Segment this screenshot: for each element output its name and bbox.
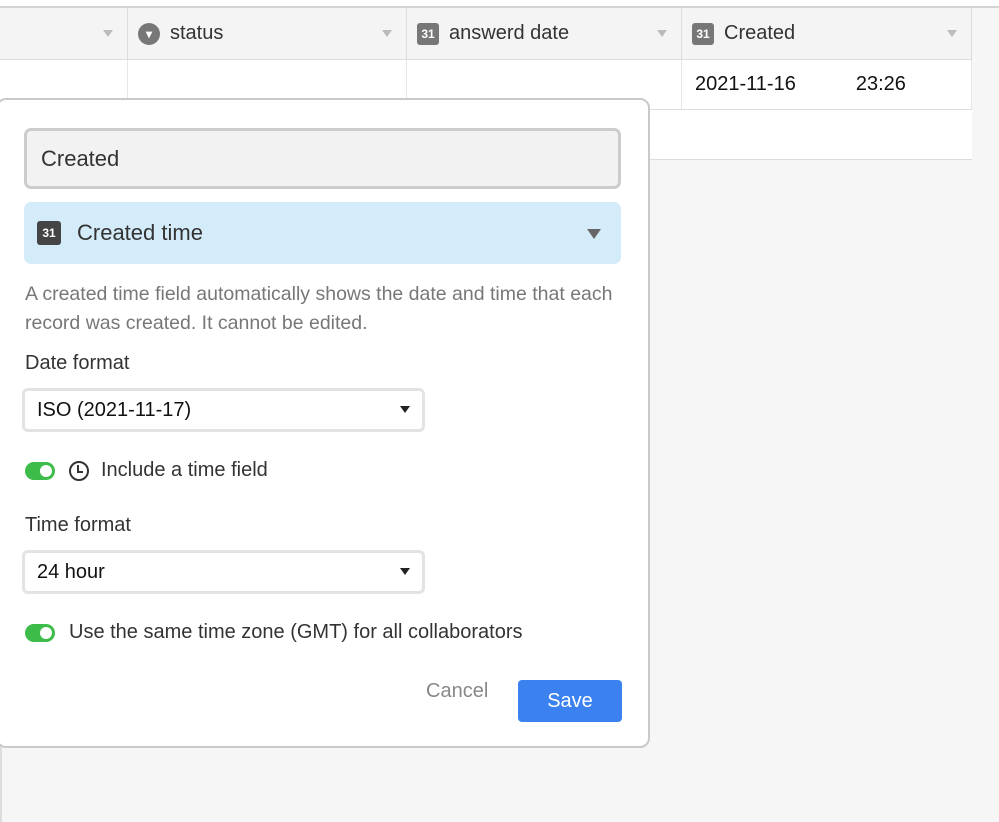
chevron-down-icon (587, 229, 601, 239)
same-timezone-row: Use the same time zone (GMT) for all col… (25, 621, 523, 644)
cell-created[interactable]: 2021-11-16 23:26 (682, 60, 972, 109)
calendar-icon: 31 (417, 22, 439, 45)
chevron-down-icon[interactable] (382, 30, 392, 37)
field-type-select[interactable]: 31 Created time (24, 202, 621, 264)
field-name-input[interactable]: Created (24, 128, 621, 189)
time-format-label: Time format (25, 514, 131, 536)
cancel-button[interactable]: Cancel (426, 680, 488, 703)
column-header-created[interactable]: 31 Created (682, 8, 972, 59)
include-time-toggle[interactable] (25, 461, 55, 480)
column-header-primary[interactable] (0, 8, 128, 59)
single-select-icon: ▾ (138, 22, 160, 45)
date-format-label: Date format (25, 352, 130, 374)
chevron-down-icon[interactable] (657, 30, 667, 37)
column-header-answerd-date[interactable]: 31 answerd date (407, 8, 682, 59)
save-button[interactable]: Save (518, 680, 622, 722)
date-format-select[interactable]: ISO (2021-11-17) (22, 388, 425, 432)
chevron-down-icon[interactable] (947, 30, 957, 37)
time-format-select[interactable]: 24 hour (22, 550, 425, 594)
created-time-icon: 31 (692, 22, 714, 45)
created-time-icon: 31 (37, 221, 61, 245)
chevron-down-icon (400, 568, 410, 575)
clock-icon (69, 460, 89, 481)
chevron-down-icon (400, 406, 410, 413)
field-description: A created time field automatically shows… (25, 283, 613, 334)
chevron-down-icon[interactable] (103, 30, 113, 37)
top-strip (0, 0, 999, 8)
table-header: ▾ status 31 answerd date 31 Created (0, 8, 972, 60)
field-config-dialog: Created 31 Created time A created time f… (0, 98, 650, 748)
column-header-status[interactable]: ▾ status (128, 8, 407, 59)
same-timezone-toggle[interactable] (25, 623, 55, 642)
include-time-row: Include a time field (25, 459, 268, 482)
